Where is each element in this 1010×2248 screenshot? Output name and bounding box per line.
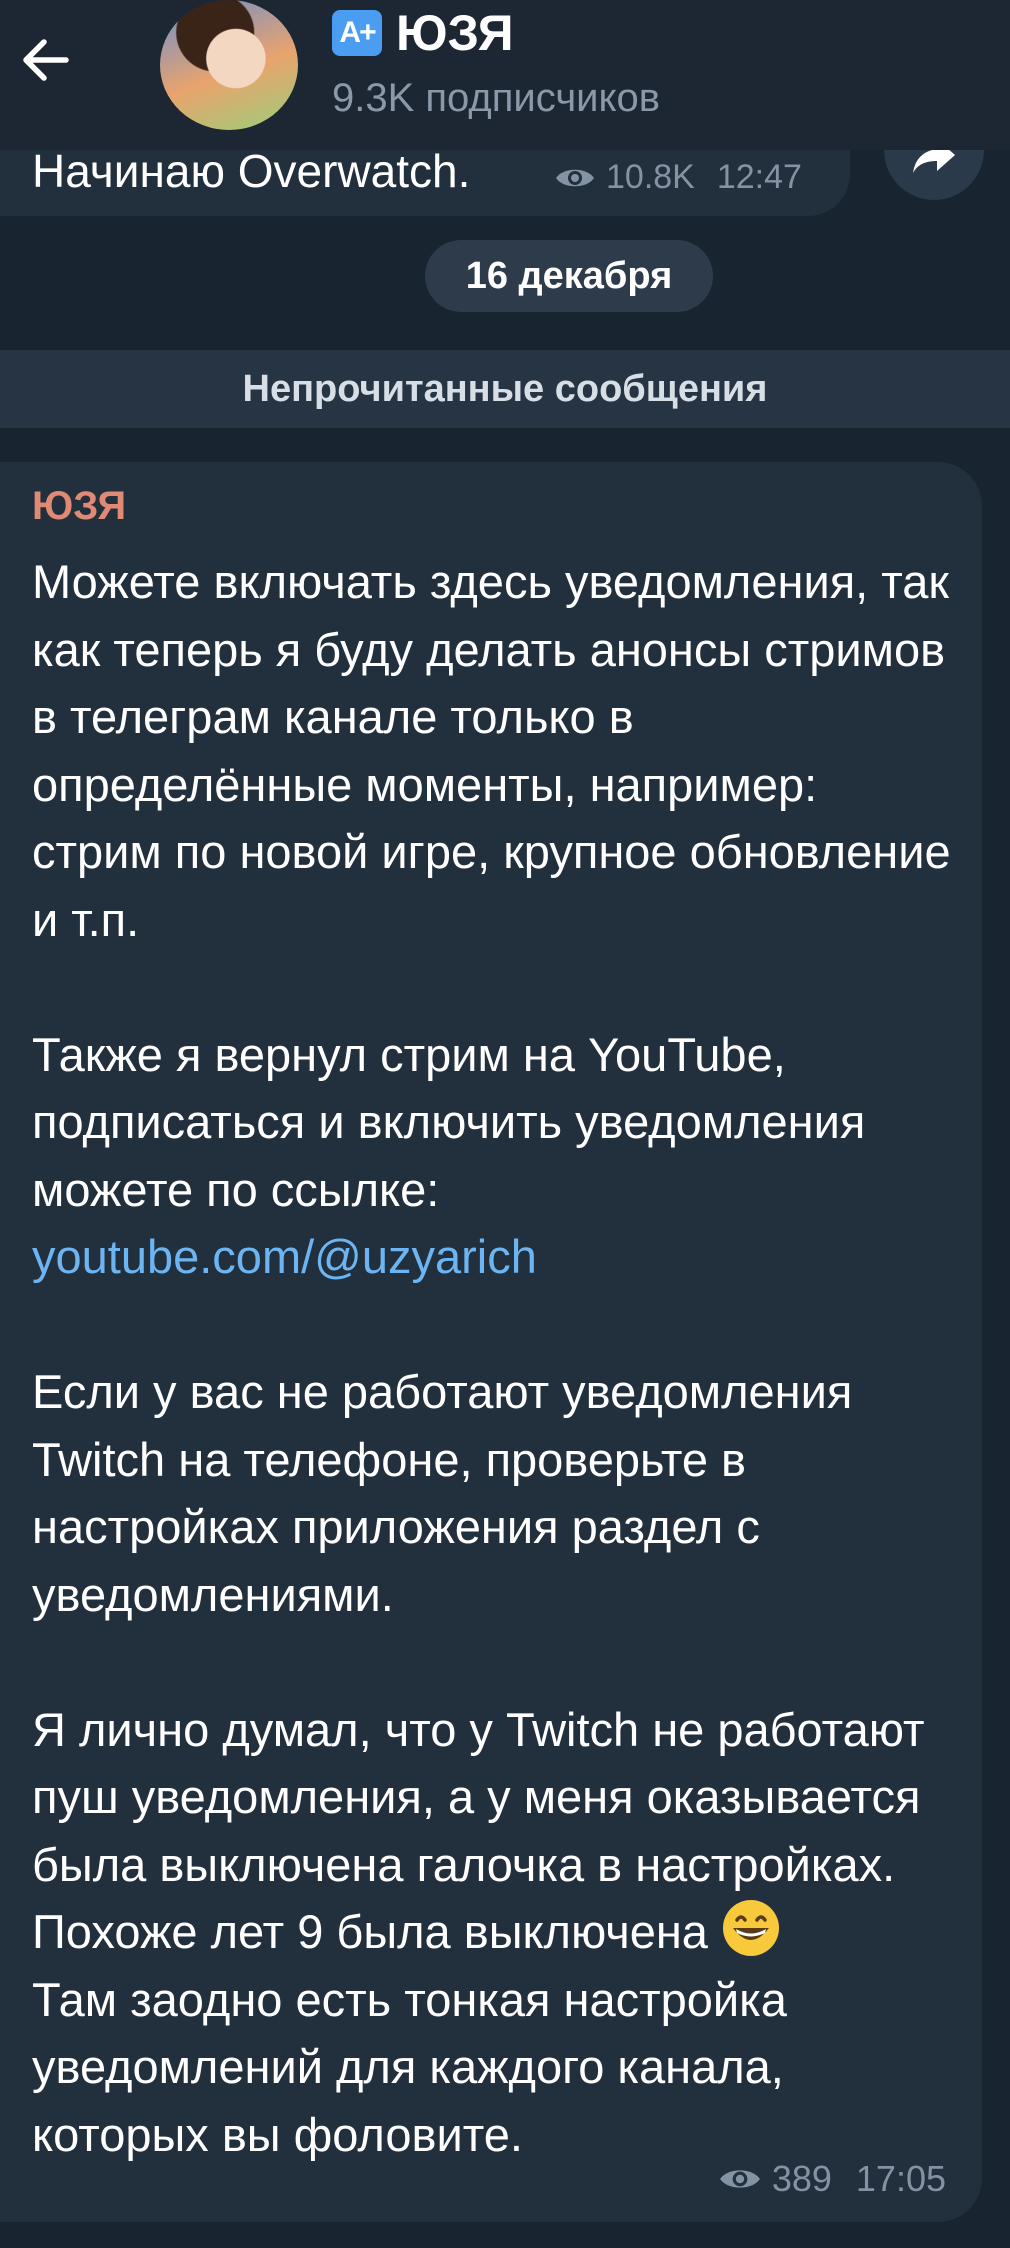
- unread-messages-label: Непрочитанные сообщения: [242, 367, 768, 410]
- message-views: 389: [771, 2158, 832, 2199]
- premium-badge-icon: A+: [332, 10, 382, 56]
- eye-icon: [556, 169, 594, 186]
- previous-message-views: 10.8K: [606, 158, 695, 196]
- message-meta: 389 17:05: [718, 2158, 946, 2200]
- message-paragraph: Также я вернул стрим на YouTube, подписа…: [32, 1021, 952, 1291]
- channel-name: ЮЗЯ: [396, 5, 514, 61]
- chat-header: A+ ЮЗЯ 9.3K подписчиков: [0, 0, 1010, 150]
- youtube-link[interactable]: youtube.com/@uzyarich: [32, 1230, 537, 1283]
- message-paragraph-text: Также я вернул стрим на YouTube, подписа…: [32, 1027, 866, 1216]
- back-button[interactable]: [14, 28, 78, 92]
- unread-messages-divider: Непрочитанные сообщения: [0, 350, 1010, 428]
- message-author: ЮЗЯ: [32, 484, 127, 528]
- channel-title[interactable]: A+ ЮЗЯ: [332, 4, 514, 62]
- channel-avatar[interactable]: [160, 0, 298, 130]
- message-body: Можете включать здесь уведомления, так к…: [32, 548, 952, 2168]
- date-separator: 16 декабря: [425, 240, 713, 312]
- message-bubble[interactable]: ЮЗЯ Можете включать здесь уведомления, т…: [0, 462, 982, 2222]
- arrow-left-icon: [23, 39, 69, 81]
- message-paragraph: Там заодно есть тонкая настройка уведомл…: [32, 1972, 787, 2161]
- message-paragraph: Я лично думал, что у Twitch не работают …: [32, 1696, 952, 1966]
- previous-message-time: 12:47: [716, 158, 802, 196]
- message-paragraph: Если у вас не работают уведомления Twitc…: [32, 1365, 853, 1621]
- grinning-face-emoji-icon: [723, 1900, 779, 1956]
- previous-message-meta: 10.8K 12:47: [554, 158, 802, 197]
- subscriber-count: 9.3K подписчиков: [332, 76, 660, 120]
- message-time: 17:05: [855, 2158, 946, 2199]
- previous-message-text: Начинаю Overwatch.: [32, 145, 471, 197]
- eye-icon: [719, 2170, 760, 2188]
- message-paragraph-text: Я лично думал, что у Twitch не работают …: [32, 1702, 925, 1959]
- message-paragraph: Можете включать здесь уведомления, так к…: [32, 555, 951, 946]
